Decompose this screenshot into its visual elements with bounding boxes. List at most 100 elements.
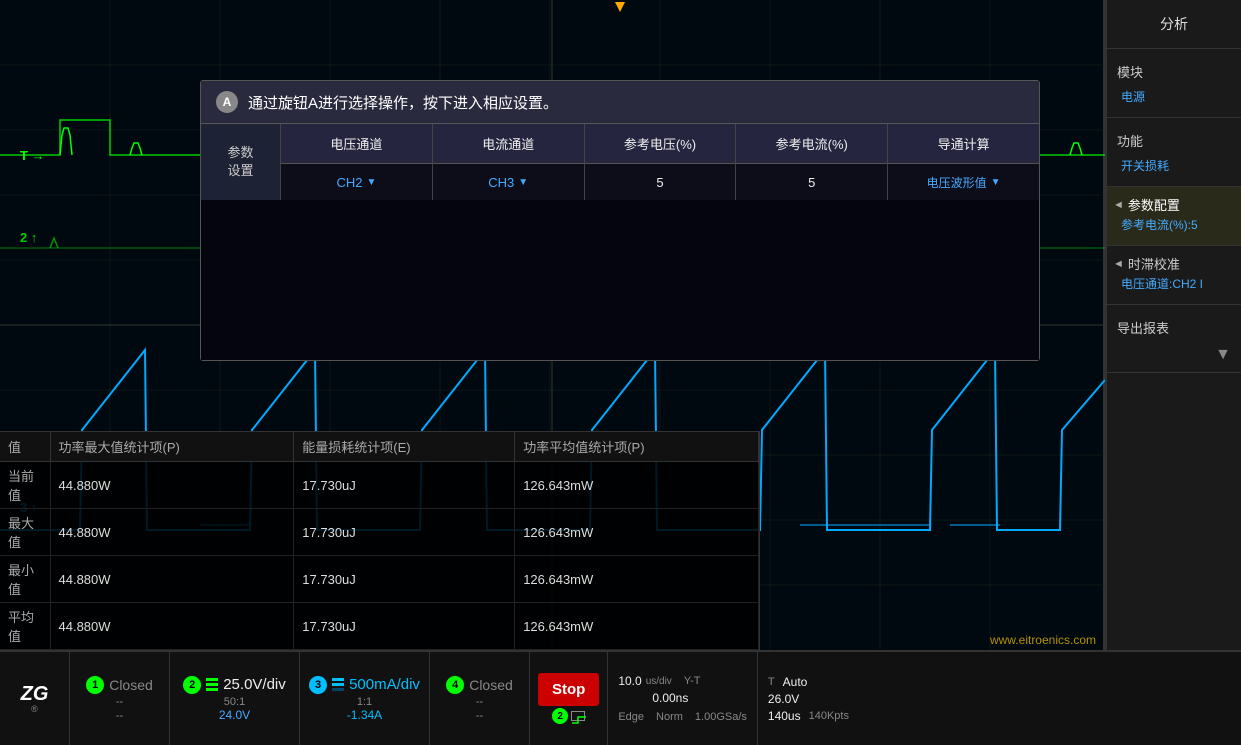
trigger-norm: Norm bbox=[656, 711, 683, 723]
stats-row-current: 当前值 44.880W 17.730uJ 126.643mW bbox=[0, 462, 759, 509]
stats-col-label: 值 bbox=[0, 432, 50, 462]
rp-function-section[interactable]: 功能 开关损耗 bbox=[1107, 118, 1241, 187]
conduction-calc-dropdown[interactable]: ▼ bbox=[991, 177, 1001, 188]
ref-voltage-header: 参考电压(%) bbox=[585, 124, 736, 164]
oscilloscope-display: T → 2 ↑ 3 ↑ A 通过旋钮A进行选择操作，按下进入相应设置。 参数设置… bbox=[0, 0, 1105, 650]
stats-label-min: 最小值 bbox=[0, 556, 50, 603]
ch3-top: 3 500mA/div bbox=[308, 676, 421, 694]
dialog-header: A 通过旋钮A进行选择操作，按下进入相应设置。 bbox=[201, 81, 1039, 124]
ref-current-value[interactable]: 5 bbox=[736, 164, 887, 200]
current-channel-dropdown[interactable]: ▼ bbox=[518, 177, 528, 188]
trigger-mode-indicator: T bbox=[768, 676, 775, 688]
stats-pmax-avg: 44.880W bbox=[50, 603, 294, 650]
ch4-label: Closed bbox=[469, 677, 513, 693]
stop-button[interactable]: Stop bbox=[538, 673, 599, 706]
right-panel: 分析 模块 电源 功能 开关损耗 ◄ 参数配置 参考电流(%):5 ◄ 时滞校准… bbox=[1105, 0, 1241, 650]
dialog-body: 参数设置 电压通道 CH2 ▼ bbox=[201, 124, 1039, 360]
stats-col-pmax: 功率最大值统计项(P) bbox=[50, 432, 294, 462]
stats-row-avg: 平均值 44.880W 17.730uJ 126.643mW bbox=[0, 603, 759, 650]
pos-value: 0.00ns bbox=[652, 691, 688, 705]
voltage-channel-col[interactable]: 电压通道 CH2 ▼ bbox=[281, 124, 433, 200]
sample-rate-label: 1.00GSa/s bbox=[695, 711, 747, 723]
ch4-channel-info[interactable]: 4 Closed -- -- bbox=[430, 652, 530, 745]
memory-val: 140Kpts bbox=[809, 710, 849, 722]
ch2-label: 25.0V/div bbox=[223, 676, 286, 693]
conduction-calc-value[interactable]: 电压波形值 ▼ bbox=[888, 164, 1039, 200]
rp-timecal-section[interactable]: ◄ 时滞校准 电压通道:CH2 I bbox=[1107, 246, 1241, 305]
stats-pavg-current: 126.643mW bbox=[515, 462, 759, 509]
ch3-value: -1.34A bbox=[347, 708, 382, 722]
stats-col-pavg: 功率平均值统计项(P) bbox=[515, 432, 759, 462]
current-channel-value[interactable]: CH3 ▼ bbox=[433, 164, 584, 200]
stats-pavg-min: 126.643mW bbox=[515, 556, 759, 603]
ch1-label: Closed bbox=[109, 677, 153, 693]
rp-function-item[interactable]: 功能 bbox=[1113, 126, 1235, 155]
voltage-channel-header: 电压通道 bbox=[281, 124, 432, 164]
dialog-columns: 电压通道 CH2 ▼ 电流通道 CH3 bbox=[281, 124, 1039, 200]
rp-timecal-arrow: ◄ bbox=[1113, 258, 1124, 270]
ch1-marker: T → bbox=[20, 148, 45, 163]
ch2-marker: 2 ↑ bbox=[20, 230, 37, 245]
trigger-level-row: 26.0V bbox=[768, 692, 849, 706]
stats-pavg-avg: 126.643mW bbox=[515, 603, 759, 650]
conduction-calc-col[interactable]: 导通计算 电压波形值 ▼ bbox=[888, 124, 1039, 200]
rp-analysis-header: 分析 bbox=[1107, 0, 1241, 49]
rp-module-sub: 电源 bbox=[1113, 86, 1235, 109]
stats-pmax-max: 44.880W bbox=[50, 509, 294, 556]
stats-col-energy: 能量损耗统计项(E) bbox=[294, 432, 515, 462]
stats-energy-min: 17.730uJ bbox=[294, 556, 515, 603]
stats-label-avg: 平均值 bbox=[0, 603, 50, 650]
rp-title: 分析 bbox=[1113, 8, 1235, 40]
ref-voltage-value[interactable]: 5 bbox=[585, 164, 736, 200]
brand-logo: ZG ® bbox=[0, 652, 70, 745]
trigger-ch-indicator: 2 bbox=[552, 708, 568, 724]
stats-energy-current: 17.730uJ bbox=[294, 462, 515, 509]
rp-function-sub: 开关损耗 bbox=[1113, 155, 1235, 178]
ref-voltage-col[interactable]: 参考电压(%) 5 bbox=[585, 124, 737, 200]
rp-timecal-label: 时滞校准 bbox=[1128, 254, 1180, 273]
ch1-channel-info[interactable]: 1 Closed -- -- bbox=[70, 652, 170, 745]
rp-paramconfig-arrow: ◄ bbox=[1113, 199, 1124, 211]
timescale-value: 10.0 bbox=[618, 674, 641, 688]
rp-export-arrow: ▼ bbox=[1113, 342, 1235, 364]
ch4-sub1: -- bbox=[476, 696, 483, 708]
voltage-channel-value[interactable]: CH2 ▼ bbox=[281, 164, 432, 200]
pos-row: 0.00ns bbox=[618, 691, 747, 705]
current-channel-header: 电流通道 bbox=[433, 124, 584, 164]
stats-row-min: 最小值 44.880W 17.730uJ 126.643mW bbox=[0, 556, 759, 603]
param-dialog: A 通过旋钮A进行选择操作，按下进入相应设置。 参数设置 电压通道 CH2 ▼ bbox=[200, 80, 1040, 361]
rp-paramconfig-sub: 参考电流(%):5 bbox=[1113, 214, 1235, 237]
trigger-mode-row: T Auto bbox=[768, 675, 849, 689]
ch1-number: 1 bbox=[86, 676, 104, 694]
rp-module-section[interactable]: 模块 电源 bbox=[1107, 49, 1241, 118]
dialog-header-text: 通过旋钮A进行选择操作，按下进入相应设置。 bbox=[248, 92, 558, 113]
ch1-sub2: -- bbox=[116, 710, 123, 722]
ch2-number: 2 bbox=[183, 676, 201, 694]
stats-label-current: 当前值 bbox=[0, 462, 50, 509]
ch4-top: 4 Closed bbox=[438, 676, 521, 694]
voltage-channel-dropdown[interactable]: ▼ bbox=[366, 177, 376, 188]
rp-paramconfig-item[interactable]: ◄ 参数配置 bbox=[1113, 195, 1235, 214]
rp-timecal-item[interactable]: ◄ 时滞校准 bbox=[1113, 254, 1235, 273]
dialog-table: 参数设置 电压通道 CH2 ▼ bbox=[201, 124, 1039, 200]
ch3-channel-info[interactable]: 3 500mA/div 1:1 -1.34A bbox=[300, 652, 430, 745]
rp-export-section[interactable]: 导出报表 ▼ bbox=[1107, 305, 1241, 373]
ch2-ratio: 50:1 bbox=[224, 696, 245, 708]
sample-val: 140us bbox=[768, 709, 801, 723]
param-label: 参数设置 bbox=[201, 124, 281, 200]
ref-current-header: 参考电流(%) bbox=[736, 124, 887, 164]
current-channel-col[interactable]: 电流通道 CH3 ▼ bbox=[433, 124, 585, 200]
ref-current-col[interactable]: 参考电流(%) 5 bbox=[736, 124, 888, 200]
rp-export-item[interactable]: 导出报表 bbox=[1113, 313, 1235, 342]
conduction-calc-header: 导通计算 bbox=[888, 124, 1039, 164]
trigger-icon bbox=[571, 711, 585, 721]
bb-mode-info: T Auto 26.0V 140us 140Kpts bbox=[758, 652, 859, 745]
stats-pavg-max: 126.643mW bbox=[515, 509, 759, 556]
rp-paramconfig-section[interactable]: ◄ 参数配置 参考电流(%):5 bbox=[1107, 187, 1241, 246]
ch2-channel-info[interactable]: 2 25.0V/div 50:1 24.0V bbox=[170, 652, 300, 745]
sample-row: 140us 140Kpts bbox=[768, 709, 849, 723]
rp-module-item[interactable]: 模块 bbox=[1113, 57, 1235, 86]
rp-paramconfig-label: 参数配置 bbox=[1128, 195, 1180, 214]
stats-label-max: 最大值 bbox=[0, 509, 50, 556]
watermark: www.eitroenics.com bbox=[990, 633, 1096, 647]
